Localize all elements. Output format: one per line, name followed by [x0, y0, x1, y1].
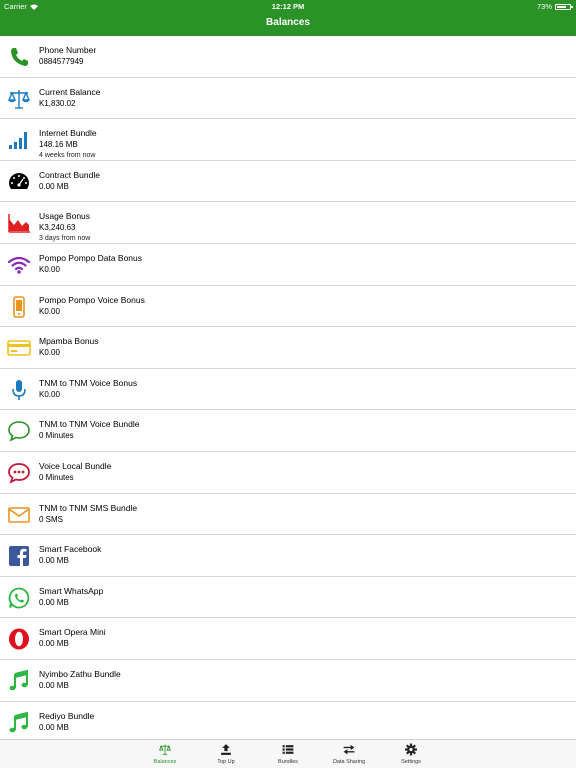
wifi-icon [7, 253, 31, 277]
whatsapp-icon [7, 586, 31, 610]
item-title: Smart WhatsApp [39, 585, 104, 596]
item-expiry: 4 weeks from now [39, 152, 96, 160]
item-value: 0884577949 [39, 57, 84, 66]
speedometer-icon [7, 170, 31, 194]
item-title: Smart Facebook [39, 544, 102, 555]
music-note-icon [7, 711, 31, 735]
tab-label: Top Up [217, 759, 235, 765]
tab-label: Balances [153, 759, 177, 765]
tab-settings[interactable]: Settings [381, 743, 441, 765]
tab-data-sharing[interactable]: Data Sharing [319, 743, 379, 765]
speech-bubble-icon [7, 419, 31, 443]
item-value: 0 SMS [39, 514, 64, 524]
status-bar: Carrier 12:12 PM 73% [0, 0, 576, 12]
opera-icon [7, 627, 31, 651]
area-chart-icon [7, 211, 31, 235]
item-value: 0.00 MB [39, 597, 69, 607]
envelope-icon [7, 503, 31, 527]
mobile-phone-icon [7, 295, 31, 319]
item-title: Smart Opera Mini [39, 627, 106, 638]
list-icon [282, 745, 294, 754]
item-title: Mpamba Bonus [39, 336, 99, 347]
list-item[interactable]: Contract Bundle 0.00 MB [0, 161, 576, 203]
tab-top-up[interactable]: Top Up [196, 743, 256, 765]
phone-icon [7, 45, 31, 69]
facebook-icon [7, 544, 31, 568]
tab-label: Bundles [278, 759, 298, 765]
scales-icon [158, 744, 172, 755]
tab-bar: Balances Top Up Bundles Data Sharing Setting… [0, 739, 576, 768]
list-item[interactable]: TNM to TNM Voice Bonus K0.00 [0, 369, 576, 411]
item-title: Current Balance [39, 86, 101, 97]
list-item[interactable]: Current Balance K1,830.02 [0, 78, 576, 120]
credit-card-icon [7, 336, 31, 360]
list-item[interactable]: Voice Local Bundle 0 Minutes [0, 452, 576, 494]
item-value: K0.00 [39, 348, 60, 358]
transfer-arrows-icon [343, 744, 355, 755]
item-title: Contract Bundle [39, 169, 100, 180]
battery-percent: 73% [536, 2, 552, 11]
tab-bundles[interactable]: Bundles [258, 743, 318, 765]
scales-icon [7, 87, 31, 111]
status-time: 12:12 PM [271, 2, 305, 11]
item-title: Pompo Pompo Voice Bonus [39, 294, 145, 305]
signal-bars-icon [7, 128, 31, 152]
item-value: K1,830.02 [39, 98, 76, 108]
tab-label: Settings [401, 759, 421, 765]
item-value: 148.16 MB [39, 140, 78, 150]
microphone-icon [7, 378, 31, 402]
battery-indicator: 73% [536, 2, 573, 11]
item-title: Internet Bundle [39, 128, 97, 139]
item-title: Nyimbo Zathu Bundle [39, 668, 121, 679]
page-title: Balances [266, 17, 310, 28]
list-item[interactable]: Nyimbo Zathu Bundle 0.00 MB [0, 660, 576, 702]
upload-icon [221, 744, 231, 755]
list-item[interactable]: Usage Bonus K3,240.63 3 days from now [0, 202, 576, 244]
item-title: Usage Bonus [39, 211, 91, 222]
item-title: TNM to TNM Voice Bonus [39, 377, 138, 388]
item-title: Pompo Pompo Data Bonus [39, 252, 143, 263]
item-value: K0.00 [39, 306, 60, 316]
item-title: Voice Local Bundle [39, 460, 112, 471]
list-item[interactable]: Smart WhatsApp 0.00 MB [0, 577, 576, 619]
item-title: TNM to TNM Voice Bundle [39, 419, 140, 430]
music-note-icon [7, 669, 31, 693]
list-item[interactable]: Phone Number 0884577949 [0, 36, 576, 78]
list-item[interactable]: Pompo Pompo Data Bonus K0.00 [0, 244, 576, 286]
balances-list: Phone Number 0884577949 Current Balance K1,… [0, 36, 576, 744]
item-value: K0.00 [39, 264, 60, 274]
list-item[interactable]: Internet Bundle 148.16 MB 4 weeks from now [0, 119, 576, 161]
tab-balances[interactable]: Balances [135, 743, 195, 765]
item-value: K3,240.63 [39, 223, 76, 233]
item-value: 0.00 MB [39, 556, 69, 566]
chat-dots-icon [7, 461, 31, 485]
list-item[interactable]: Rediyo Bundle 0.00 MB [0, 702, 576, 744]
list-item[interactable]: TNM to TNM Voice Bundle 0 Minutes [0, 410, 576, 452]
list-item[interactable]: Smart Facebook 0.00 MB [0, 535, 576, 577]
list-item[interactable]: Mpamba Bonus K0.00 [0, 327, 576, 369]
item-value: K0.00 [39, 389, 60, 399]
top-bar: Carrier 12:12 PM 73% Balances [0, 0, 576, 36]
battery-icon [555, 3, 573, 10]
gear-icon [405, 743, 417, 756]
list-item[interactable]: TNM to TNM SMS Bundle 0 SMS [0, 494, 576, 536]
item-value: 0.00 MB [39, 181, 69, 191]
item-value: 0.00 MB [39, 722, 69, 732]
item-value: 0.00 MB [39, 680, 69, 690]
item-value: 0.00 MB [39, 639, 69, 649]
item-title: TNM to TNM SMS Bundle [39, 502, 138, 513]
item-title: Phone Number [39, 45, 97, 55]
tab-label: Data Sharing [332, 759, 366, 765]
list-item[interactable]: Pompo Pompo Voice Bonus K0.00 [0, 286, 576, 328]
item-expiry: 3 days from now [39, 235, 91, 243]
list-item[interactable]: Smart Opera Mini 0.00 MB [0, 618, 576, 660]
item-value: 0 Minutes [39, 431, 74, 441]
item-value: 0 Minutes [39, 472, 74, 482]
item-title: Rediyo Bundle [39, 710, 95, 721]
